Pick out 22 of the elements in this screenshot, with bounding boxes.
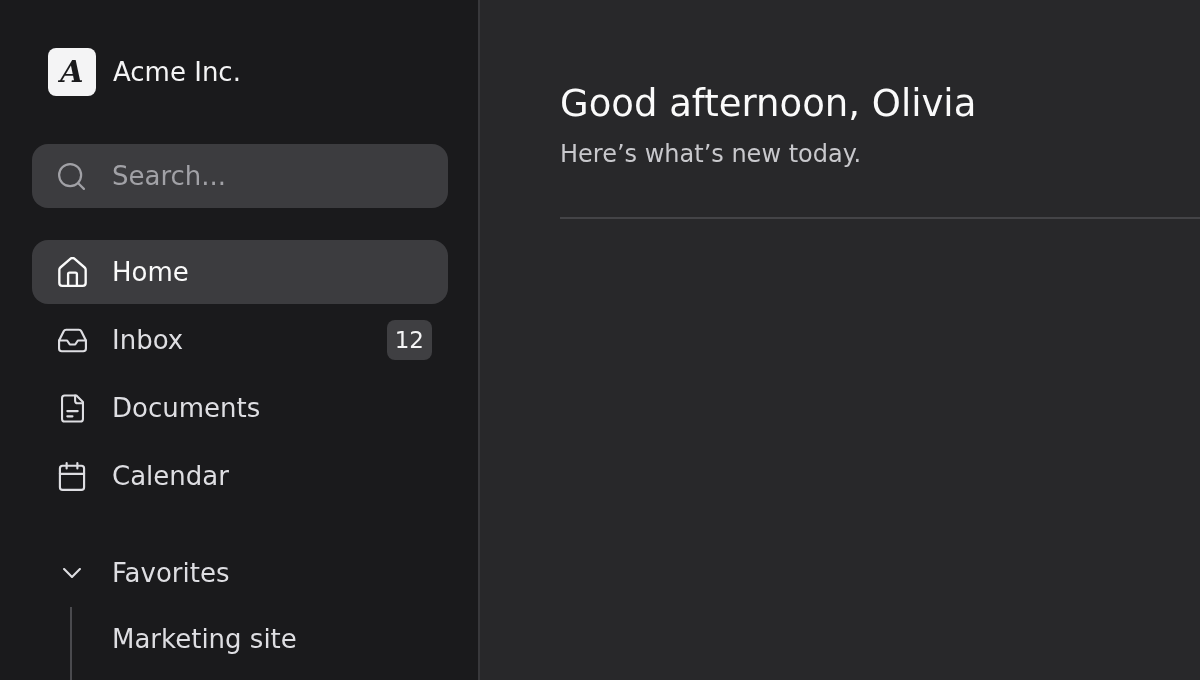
nav-label: Inbox [112, 325, 185, 355]
document-icon [60, 393, 84, 423]
nav-item[interactable]: Inbox 12 [32, 308, 448, 372]
company-name: Acme Inc. [113, 56, 241, 88]
calendar-icon [58, 461, 86, 491]
company-logo: A [48, 48, 96, 96]
favorite-item[interactable]: Marketing site [72, 607, 448, 671]
section-title: Favorites [112, 558, 231, 588]
count-badge: 12 [386, 320, 432, 360]
nav-item[interactable]: Calendar [32, 444, 448, 508]
nav-label: Documents [112, 393, 262, 423]
nav-item[interactable]: Documents [32, 376, 448, 440]
nav-label: Calendar [112, 461, 230, 491]
nav-item[interactable]: Home [32, 240, 448, 304]
nav-label: Home [112, 257, 190, 287]
greeting-heading: Good afternoon, Olivia [560, 81, 977, 127]
search-field[interactable]: Search... [32, 144, 448, 208]
greeting-subtitle: Here’s what’s new today. [560, 139, 862, 170]
section-toggle[interactable]: Favorites [32, 541, 448, 605]
house-icon [57, 257, 87, 287]
inbox-tray-icon [57, 327, 87, 353]
search-icon [58, 163, 85, 190]
